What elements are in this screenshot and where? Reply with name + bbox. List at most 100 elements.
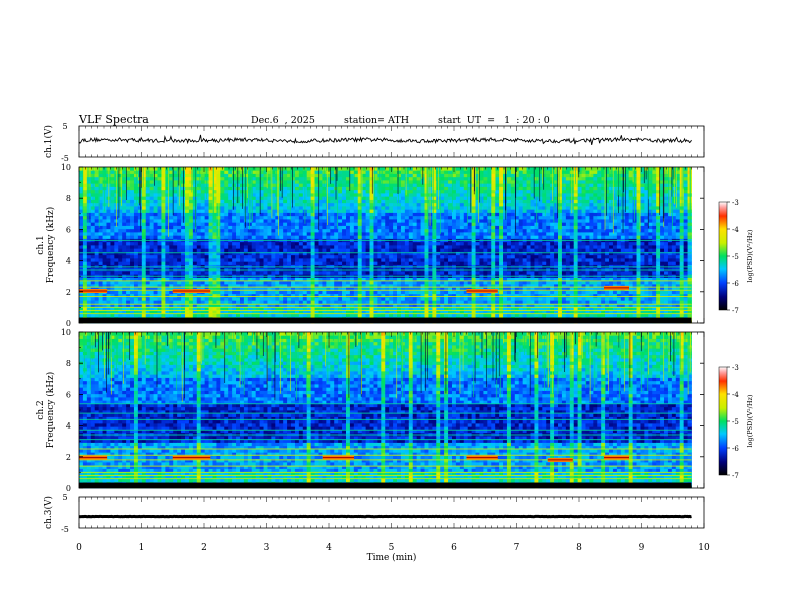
spectrogram-cell: [448, 183, 453, 187]
spectrogram-cell: [483, 241, 488, 246]
spectrogram-cell: [247, 300, 253, 304]
spectrogram-cell: [228, 173, 233, 178]
spectrogram-cell: [294, 222, 300, 226]
spectrogram-cell: [149, 235, 154, 239]
spectrogram-cell: [373, 300, 378, 304]
spectrogram-cell: [196, 261, 202, 265]
spectrogram-cell: [381, 215, 386, 220]
spectrogram-cell: [200, 209, 206, 213]
spectrogram-cell: [161, 196, 166, 200]
spectrogram-cell: [459, 225, 465, 230]
spectrogram-cell: [196, 271, 202, 275]
spectrogram-cell: [196, 176, 202, 181]
spectrogram-cell: [90, 297, 96, 301]
spectrogram-cell: [444, 222, 449, 226]
spectrogram-cell: [110, 196, 115, 200]
spectrogram-cell: [444, 300, 449, 304]
spectrogram-cell: [251, 297, 257, 301]
spectrogram-cell: [420, 248, 425, 252]
spectrogram-cell: [279, 228, 284, 233]
spectrogram-cell: [102, 251, 107, 256]
spectrogram-cell: [141, 193, 147, 197]
spectrogram-cell: [196, 228, 202, 233]
spectrogram-cell: [377, 199, 382, 204]
spectrogram-cell: [196, 245, 202, 249]
spectrogram-cell: [455, 183, 461, 187]
spectrogram-cell: [306, 290, 312, 295]
spectrogram-cell: [381, 261, 386, 265]
spectrogram-cell: [310, 258, 315, 262]
spectrogram-cell: [393, 258, 398, 262]
spectrogram-cell: [82, 222, 88, 226]
spectrogram-cell: [161, 219, 166, 223]
spectrogram-cell: [287, 219, 292, 223]
spectrogram-cell: [412, 186, 418, 191]
spectrogram-cell: [204, 245, 209, 249]
spectrogram-cell: [471, 248, 476, 252]
spectrogram-cell: [393, 212, 398, 217]
spectrogram-cell: [471, 206, 476, 210]
spectrogram-cell: [208, 232, 213, 236]
spectrogram-cell: [90, 258, 96, 262]
spectrogram-cell: [212, 254, 217, 259]
spectrogram-cell: [306, 261, 312, 265]
spectrogram-cell: [479, 173, 484, 178]
spectrogram-cell: [279, 180, 284, 184]
spectrogram-cell: [428, 189, 433, 194]
spectrogram-cell: [314, 290, 319, 295]
spectrogram-cell: [232, 173, 237, 178]
spectrogram-cell: [106, 228, 111, 233]
spectrogram-cell: [385, 271, 390, 275]
spectrogram-cell: [400, 258, 406, 262]
spectrogram-cell: [440, 241, 445, 246]
spectrogram-cell: [459, 248, 465, 252]
spectrogram-cell: [141, 206, 147, 210]
spectrogram-cell: [459, 176, 465, 181]
spectrogram-cell: [212, 225, 217, 230]
spectrogram-cell: [98, 248, 103, 252]
spectrogram-cell: [247, 199, 253, 204]
spectrogram-cell: [173, 261, 178, 265]
spectrogram-cell: [255, 235, 261, 239]
spectrogram-cell: [365, 215, 370, 220]
spectrogram-cell: [314, 254, 319, 259]
spectrogram-cell: [165, 248, 170, 252]
spectrogram-cell: [294, 173, 300, 178]
spectrogram-cell: [389, 206, 394, 210]
spectrogram-cell: [86, 183, 92, 187]
spectrogram-cell: [126, 258, 131, 262]
spectrogram-cell: [247, 232, 253, 236]
spectrogram-cell: [232, 258, 237, 262]
spectrogram-cell: [393, 271, 398, 275]
spectrogram-cell: [216, 245, 221, 249]
spectrogram-cell: [165, 209, 170, 213]
spectrogram-cell: [369, 170, 374, 174]
spectrogram-cell: [404, 215, 410, 220]
spectrogram-cell: [389, 196, 394, 200]
spectrogram-cell: [130, 196, 135, 200]
spectrogram-cell: [322, 258, 327, 262]
spectrogram-cell: [153, 241, 158, 246]
spectrogram-cell: [94, 245, 100, 249]
spectrogram-cell: [393, 261, 398, 265]
spectrogram-cell: [82, 232, 88, 236]
spectrogram-cell: [365, 209, 370, 213]
spectrogram-cell: [200, 202, 206, 207]
spectrogram-cell: [185, 235, 190, 239]
spectrogram-cell: [283, 235, 288, 239]
spectrogram-cell: [428, 290, 433, 295]
spectrogram-cell: [416, 228, 421, 233]
spectrogram-cell: [432, 206, 437, 210]
spectrogram-cell: [385, 199, 390, 204]
spectrogram-cell: [224, 193, 229, 197]
spectrogram-cell: [165, 170, 170, 174]
spectrogram-cell: [141, 290, 147, 295]
spectrogram-cell: [452, 248, 457, 252]
spectrogram-cell: [118, 222, 123, 226]
spectrogram-cell: [400, 251, 406, 256]
spectrogram-cell: [444, 271, 449, 275]
spectrogram-cell: [440, 248, 445, 252]
spectrogram-cell: [263, 206, 268, 210]
spectrogram-cell: [279, 212, 284, 217]
spectrogram-cell: [149, 232, 154, 236]
